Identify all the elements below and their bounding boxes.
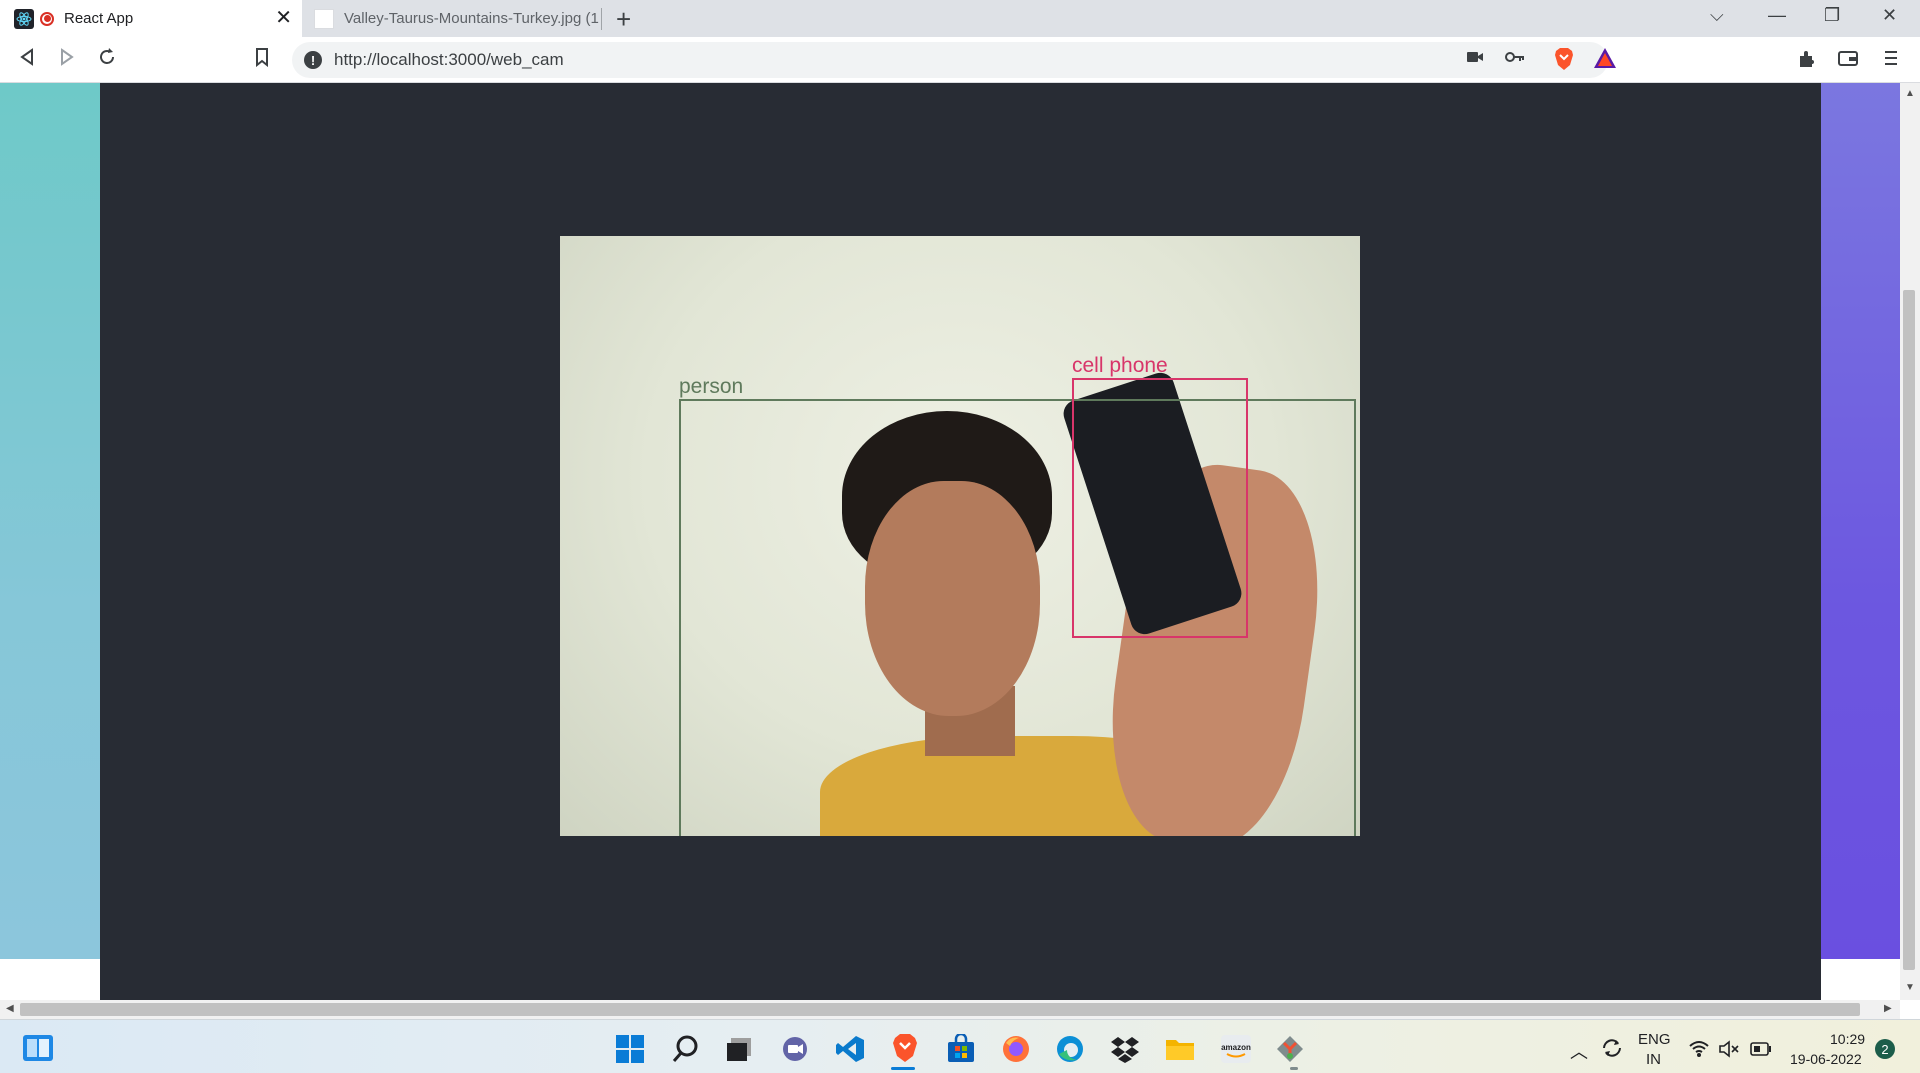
git-icon[interactable] (1275, 1034, 1305, 1069)
tab-strip: React App ✕ Valley-Taurus-Mountains-Turk… (0, 0, 1920, 37)
amazon-icon[interactable]: amazon (1220, 1034, 1252, 1069)
app-panel: person cell phone (100, 83, 1821, 1000)
cell-phone-label: cell phone (1072, 354, 1168, 377)
edge-icon[interactable] (1055, 1034, 1085, 1069)
page-viewport: person cell phone (0, 83, 1900, 1000)
teams-chat-icon[interactable] (780, 1036, 810, 1069)
clock-date[interactable]: 19-06-2022 (1790, 1051, 1862, 1067)
site-info-icon[interactable]: ! (304, 51, 322, 69)
person-bounding-box (679, 399, 1356, 836)
vertical-scrollbar-thumb[interactable] (1903, 290, 1915, 970)
maximize-button[interactable]: ❐ (1824, 5, 1840, 26)
svg-text:amazon: amazon (1221, 1043, 1251, 1052)
scroll-up-arrow-icon[interactable]: ▲ (1905, 88, 1915, 99)
recording-indicator-icon (40, 11, 54, 26)
new-tab-button[interactable]: + (616, 4, 631, 35)
forward-icon[interactable] (58, 47, 76, 73)
sync-icon[interactable] (1600, 1037, 1624, 1064)
horizontal-scrollbar-thumb[interactable] (20, 1003, 1860, 1016)
widgets-icon[interactable] (22, 1034, 54, 1067)
image-favicon-icon (314, 8, 334, 29)
scroll-down-arrow-icon[interactable]: ▼ (1905, 982, 1915, 993)
start-icon[interactable] (615, 1034, 645, 1069)
background-gradient-left (0, 83, 100, 959)
background-gradient-right (1821, 83, 1900, 959)
notification-badge[interactable]: 2 (1875, 1039, 1895, 1059)
tab-title: React App (64, 10, 134, 27)
url-text[interactable]: http://localhost:3000/web_cam (334, 50, 564, 70)
reload-icon[interactable] (97, 47, 117, 73)
tab-title: Valley-Taurus-Mountains-Turkey.jpg (1 (344, 10, 599, 27)
camera-in-use-icon[interactable] (1466, 50, 1484, 69)
language-eng[interactable]: ENG (1638, 1031, 1671, 1048)
scroll-right-arrow-icon[interactable]: ▶ (1884, 1003, 1892, 1014)
brave-icon[interactable] (891, 1033, 919, 1068)
cell-phone-bounding-box (1072, 378, 1248, 638)
clock-time[interactable]: 10:29 (1830, 1031, 1865, 1047)
address-bar[interactable]: ! http://localhost:3000/web_cam (292, 42, 1608, 78)
firefox-icon[interactable] (1001, 1034, 1031, 1069)
vscode-icon[interactable] (835, 1034, 865, 1069)
brave-shields-icon[interactable] (1553, 47, 1575, 76)
app-open-indicator (1290, 1067, 1298, 1070)
dropbox-icon[interactable] (1110, 1035, 1140, 1068)
webcam-feed: person cell phone (560, 236, 1360, 836)
store-icon[interactable] (946, 1032, 976, 1069)
search-icon[interactable] (672, 1034, 700, 1069)
brave-rewards-icon[interactable] (1593, 47, 1617, 74)
battery-icon[interactable] (1750, 1041, 1772, 1062)
tab-react-app[interactable]: React App ✕ (0, 0, 302, 37)
active-app-indicator (891, 1067, 915, 1070)
menu-icon[interactable] (1884, 48, 1898, 73)
file-explorer-icon[interactable] (1165, 1034, 1195, 1069)
tab-search-button[interactable]: ⌵ (1710, 5, 1724, 26)
close-window-button[interactable]: ✕ (1882, 5, 1897, 26)
person-label: person (679, 375, 744, 398)
key-icon[interactable] (1505, 50, 1525, 69)
tray-overflow-chevron-icon[interactable]: ︿ (1570, 1038, 1588, 1064)
tab-valley-image[interactable]: Valley-Taurus-Mountains-Turkey.jpg (1 (306, 0, 602, 37)
extensions-icon[interactable] (1797, 49, 1817, 74)
language-region[interactable]: IN (1646, 1051, 1661, 1068)
browser-toolbar: ! http://localhost:3000/web_cam (0, 37, 1920, 83)
task-view-icon[interactable] (725, 1036, 753, 1067)
wifi-icon[interactable] (1688, 1040, 1710, 1063)
react-favicon-icon (14, 8, 34, 29)
speaker-muted-icon[interactable] (1718, 1040, 1740, 1063)
scroll-left-arrow-icon[interactable]: ◀ (6, 1003, 14, 1014)
tab-close-button[interactable]: ✕ (275, 8, 292, 28)
back-icon[interactable] (18, 47, 36, 73)
wallet-icon[interactable] (1838, 49, 1858, 72)
bookmark-icon[interactable] (254, 47, 270, 73)
minimize-button[interactable]: — (1768, 5, 1786, 26)
